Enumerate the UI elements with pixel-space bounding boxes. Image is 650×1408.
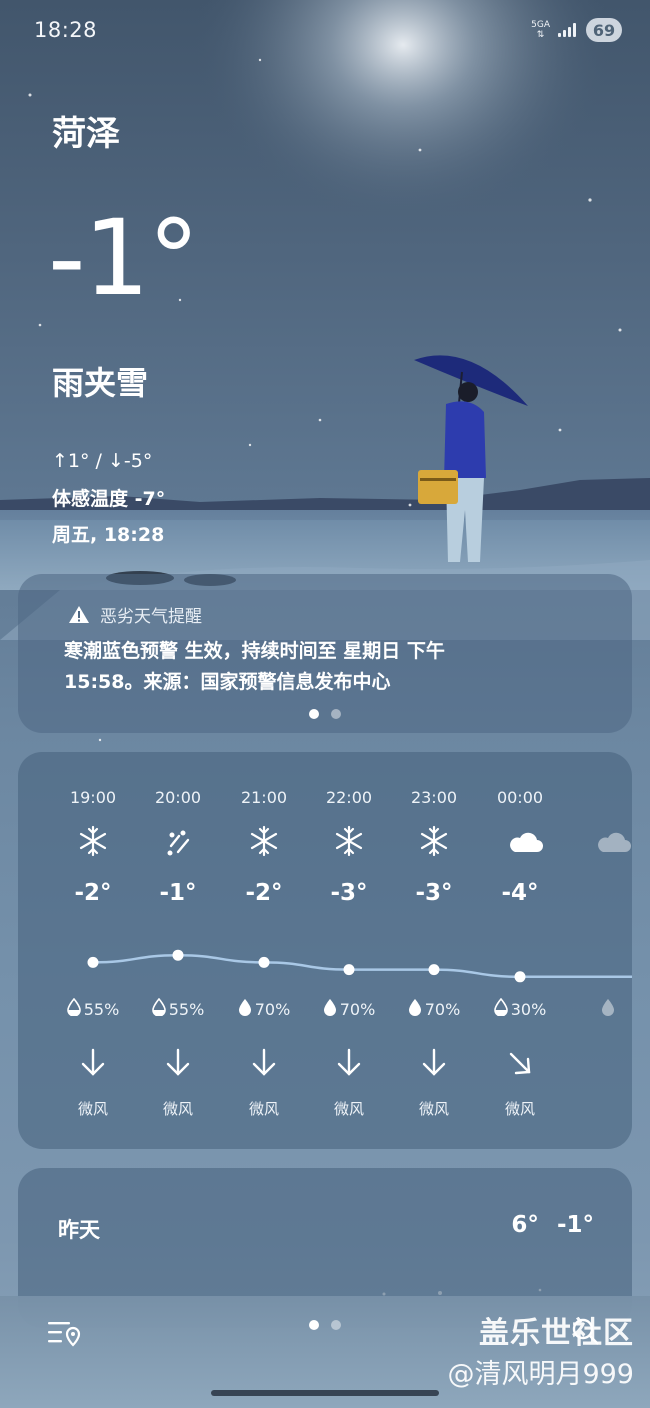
precipitation-value: 70% [424,999,461,1019]
hourly-precipitation: 70% [219,998,309,1020]
snowflake-icon [419,824,449,858]
bottom-bar: 盖乐世社区 @清风明月999 [0,1296,650,1408]
arrow-down-icon [163,1046,193,1080]
precipitation-value: 30% [510,999,547,1019]
status-time: 18:28 [34,18,98,42]
update-datetime: 周五, 18:28 [52,524,165,546]
hourly-time: 00:00 [496,788,544,807]
hourly-temperature: -3° [330,880,368,906]
feels-like-temperature: 体感温度 -7° [52,488,166,510]
battery-indicator: 69 [586,18,622,42]
current-temperature: -1° [48,197,200,319]
hourly-precipitation: 55% [48,997,138,1020]
temperature-point [87,956,99,968]
status-bar: 18:28 5GA ⇅ 69 [34,18,622,44]
drop-half-icon [151,997,166,1020]
hourly-precipitation: 55% [133,997,223,1020]
network-label: 5GA [531,20,550,30]
signal-icon [558,23,576,37]
drop-half-icon [66,997,81,1020]
precipitation-value: 55% [168,999,205,1019]
temperature-point [514,971,526,983]
page-dot-active [309,709,319,719]
network-type: 5GA ⇅ [531,20,550,40]
precipitation-value: 55% [83,999,120,1019]
temperature-point [343,964,355,976]
home-indicator[interactable] [211,1390,439,1396]
weather-condition: 雨夹雪 [52,364,149,402]
arrow-down-icon [249,1046,279,1080]
page-dot-active [309,1320,319,1330]
hourly-forecast-card[interactable]: 19:00 -2° 55% 微风 20:00 -1° 55% 微风 21:00 -2° 70% 微风 2… [18,752,632,1149]
hourly-time: 21:00 [240,788,288,807]
hourly-wind: 微风 [248,1100,279,1118]
temperature-point [172,949,184,961]
hourly-wind: 微风 [333,1100,364,1118]
weather-alert-card[interactable]: 恶劣天气提醒 寒潮蓝色预警 生效，持续时间至 星期日 下午 15:58。来源：国… [18,574,632,733]
drop-full-icon [408,998,422,1020]
hourly-time: 20:00 [154,788,202,807]
hourly-time: 19:00 [69,788,117,807]
page-dot [331,709,341,719]
hourly-temperature: -3° [415,880,453,906]
snowflake-icon [249,824,279,858]
precipitation-value: 70% [254,999,291,1019]
high-low-temperature: ↑1° / ↓-5° [52,450,153,472]
alert-title: 恶劣天气提醒 [100,607,202,627]
hourly-precipitation: 30% [475,997,565,1020]
drop-full-icon [563,998,632,1016]
warning-icon [68,605,90,624]
page-dot [331,1320,341,1330]
alert-body: 寒潮蓝色预警 生效，持续时间至 星期日 下午 15:58。来源：国家预警信息发布… [64,640,445,693]
hourly-wind: 微风 [504,1100,535,1118]
daily-low: -1° [556,1212,594,1238]
alert-header: 恶劣天气提醒 [68,602,202,627]
hourly-time: 23:00 [410,788,458,807]
drop-half-icon [493,997,508,1020]
sleet-icon [163,824,193,858]
watermark-title: 盖乐世社区 [479,1316,634,1351]
hourly-wind: 微风 [162,1100,193,1118]
snowflake-icon [78,824,108,858]
hourly-precipitation: 70% [304,998,394,1020]
arrow-down-icon [78,1046,108,1080]
hourly-temperature: -1° [159,880,197,906]
daily-day-label: 昨天 [58,1218,100,1242]
temperature-curve [87,949,632,983]
daily-temperature-range: 6° -1° [511,1212,594,1238]
hourly-temperature: -2° [245,880,283,906]
hourly-temperature: -4° [501,880,539,906]
temperature-point [428,964,440,976]
hourly-temperature: -2° [74,880,112,906]
alert-page-indicator[interactable] [18,709,632,719]
data-arrows-icon: ⇅ [536,30,545,40]
temperature-point [258,956,270,968]
precipitation-value: 70% [339,999,376,1019]
city-name[interactable]: 菏泽 [52,106,120,155]
arrow-down-icon [419,1046,449,1080]
drop-full-icon [238,998,252,1020]
arrow-down-icon [334,1046,364,1080]
arrow-down-right-icon [505,1046,535,1080]
cloud-icon [593,824,631,858]
watermark-author: @清风明月999 [447,1359,634,1390]
hourly-precipitation: 70% [389,998,479,1020]
hourly-time: 22:00 [325,788,373,807]
snowflake-icon [334,824,364,858]
hourly-wind: 微风 [77,1100,108,1118]
cloud-icon [505,824,543,858]
daily-high: 6° [511,1212,539,1238]
drop-full-icon [323,998,337,1020]
hourly-wind: 微风 [418,1100,449,1118]
